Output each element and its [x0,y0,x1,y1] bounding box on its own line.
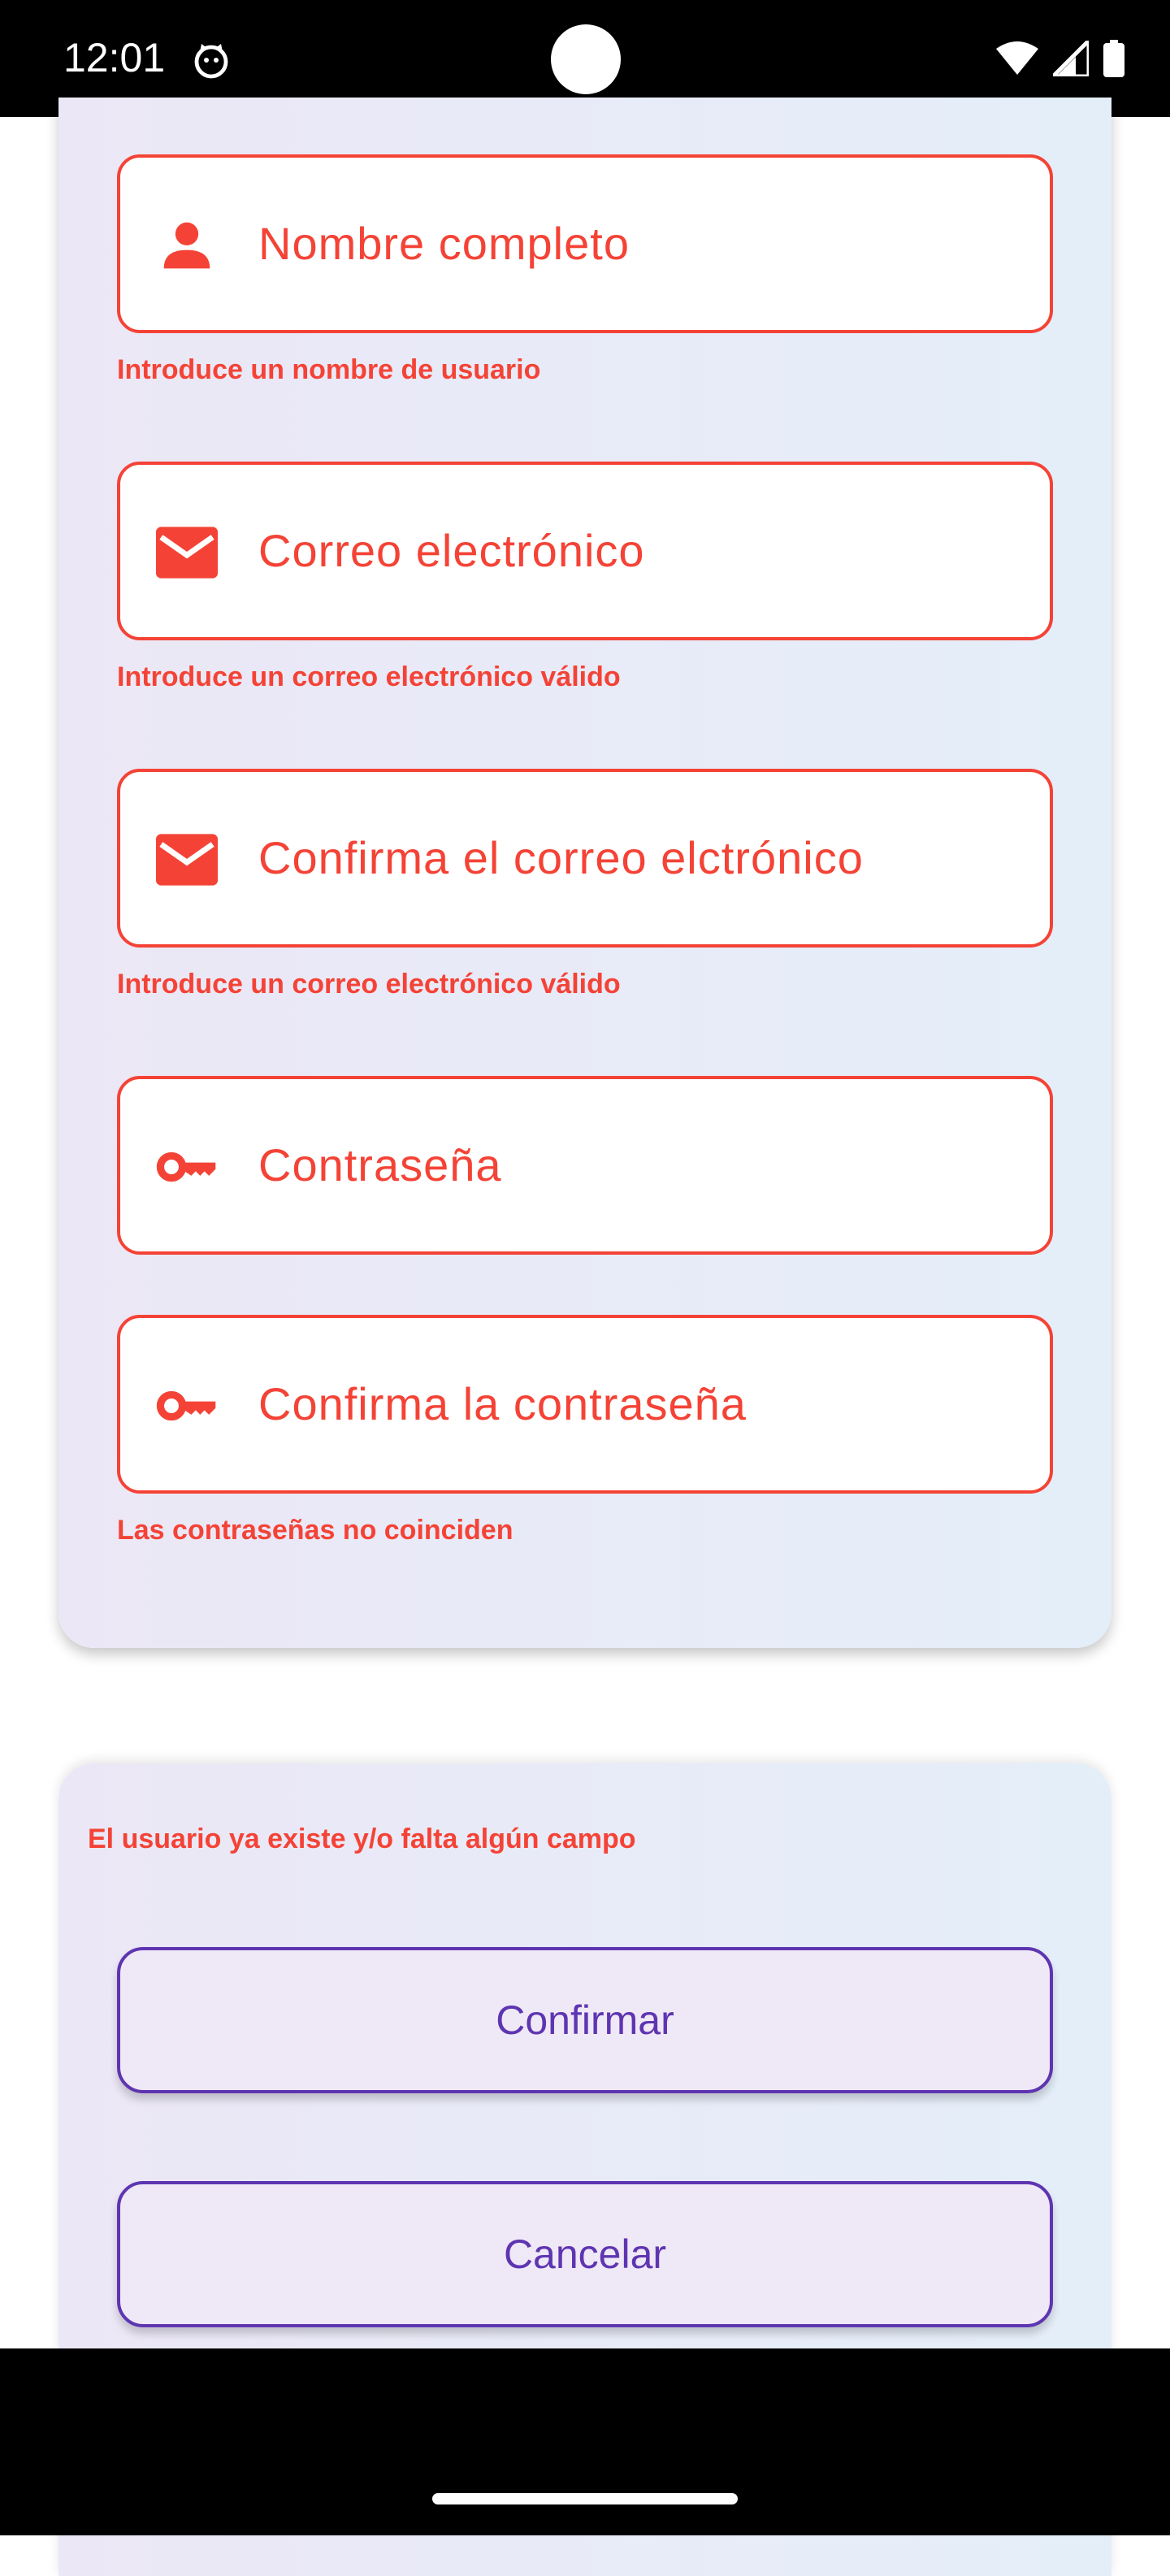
confirm-button[interactable]: Confirmar [117,1947,1053,2093]
wifi-icon [996,41,1038,75]
confirm-email-field[interactable]: Confirma el correo elctrónico [117,769,1053,948]
status-time: 12:01 [63,35,166,80]
confirm-password-field[interactable]: Confirma la contraseña [117,1315,1053,1494]
confirm-password-placeholder: Confirma la contraseña [258,1378,747,1429]
mail-icon [156,834,218,886]
battery-icon [1103,40,1124,77]
general-error-message: El usuario ya existe y/o falta algún cam… [88,1824,636,1854]
password-placeholder: Contraseña [258,1139,502,1190]
full-name-placeholder: Nombre completo [258,218,630,269]
password-field[interactable]: Contraseña [117,1076,1053,1255]
confirm-email-placeholder: Confirma el correo elctrónico [258,832,864,883]
mail-icon [156,527,218,579]
confirm-email-error: Introduce un correo electrónico válido [117,969,621,1000]
navigation-bar [0,2348,1170,2535]
cell-signal-icon [1053,41,1089,76]
home-gesture-handle[interactable] [432,2493,738,2504]
cat-notification-icon [194,44,228,79]
email-field[interactable]: Correo electrónico [117,462,1053,640]
key-icon [156,1390,216,1421]
cancel-button[interactable]: Cancelar [117,2181,1053,2327]
camera-cutout [551,24,621,94]
email-placeholder: Correo electrónico [258,525,645,576]
full-name-error: Introduce un nombre de usuario [117,354,541,385]
key-icon [156,1151,216,1182]
person-icon [163,222,210,269]
full-name-field[interactable]: Nombre completo [117,154,1053,333]
confirm-password-error: Las contraseñas no coinciden [117,1515,514,1546]
email-error: Introduce un correo electrónico válido [117,661,621,692]
